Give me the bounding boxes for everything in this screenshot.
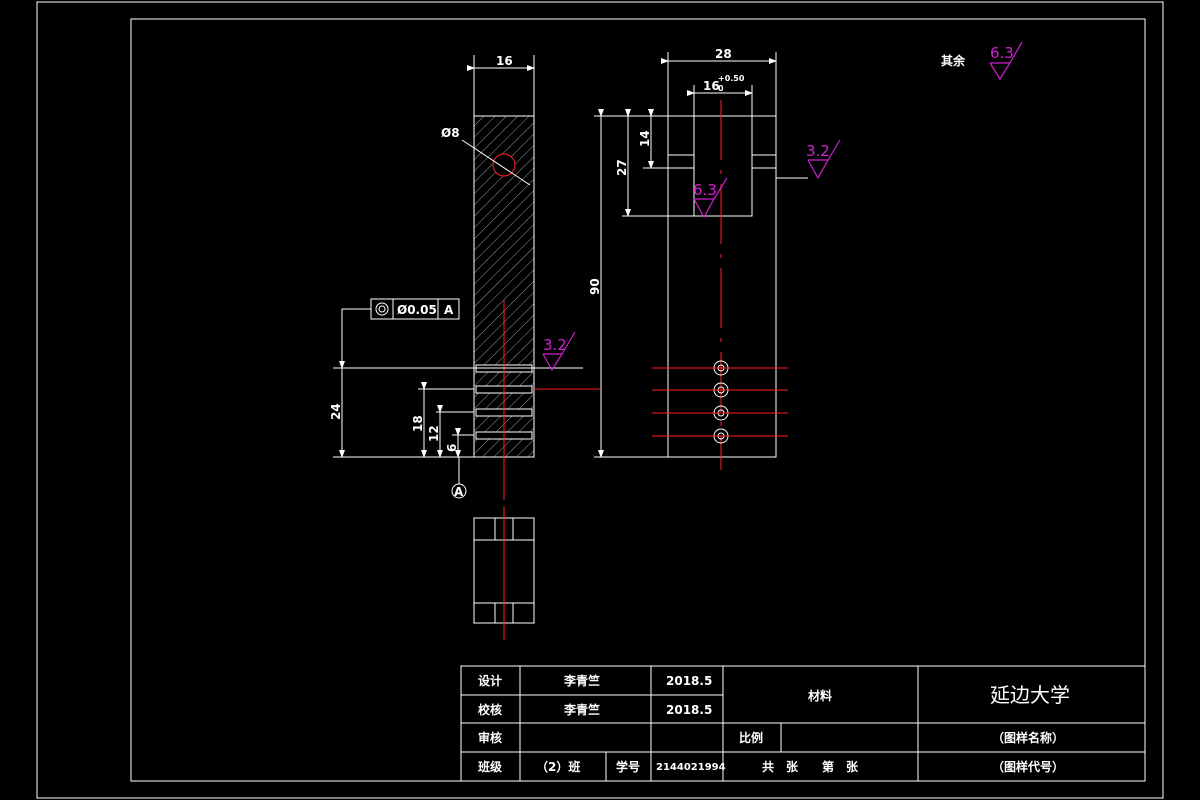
svg-text:6.3: 6.3 — [693, 181, 717, 199]
tolerance-frame: Ø0.05 A — [341, 298, 460, 368]
tb-check-label: 校核 — [478, 702, 502, 717]
tb-drawing-code: （图样代号） — [992, 759, 1064, 774]
tb-review-label: 审核 — [478, 730, 502, 745]
dim-12: 12 — [427, 425, 441, 442]
dim-height-14: 14 — [638, 130, 652, 147]
tb-check-date: 2018.5 — [666, 703, 712, 717]
dim-24: 24 — [329, 403, 343, 420]
roughness-symbol-left: 3.2 — [542, 331, 576, 372]
drawing-canvas: 16 Ø8 Ø0.05 A 24 18 12 6 A 3.2 28 16 +0.… — [36, 1, 1164, 799]
dim-height-90: 90 — [588, 278, 602, 295]
dim-width-left: 16 — [496, 54, 513, 68]
tb-drawing-name: （图样名称） — [992, 730, 1064, 745]
left-section-view — [473, 115, 600, 500]
dim-6: 6 — [445, 444, 459, 452]
dim-width-right: 28 — [715, 47, 732, 61]
tb-check-name: 李青竺 — [563, 702, 600, 717]
tb-design-label: 设计 — [478, 673, 502, 688]
tb-material-label: 材料 — [807, 688, 832, 703]
roughness-symbol-right: 3.2 — [776, 139, 841, 180]
tb-student-no: 2144021994 — [656, 762, 726, 773]
datum-label: A — [454, 485, 464, 499]
tb-class-value: （2）班 — [536, 759, 580, 774]
svg-text:3.2: 3.2 — [806, 142, 830, 160]
svg-text:6.3: 6.3 — [990, 44, 1014, 62]
dim-hole-dia: Ø8 — [441, 126, 460, 140]
tb-class-label: 班级 — [478, 759, 502, 774]
roughness-symbol-slot: 6.3 — [693, 177, 728, 219]
tb-university: 延边大学 — [990, 683, 1070, 707]
tb-scale-label: 比例 — [739, 730, 763, 745]
tb-design-name: 李青竺 — [563, 673, 600, 688]
tb-design-date: 2018.5 — [666, 674, 712, 688]
tb-sheets: 共 张 第 张 — [762, 759, 859, 774]
front-view — [652, 100, 788, 470]
bottom-view — [473, 506, 535, 640]
dim-slot-tol-lower: 0 — [718, 84, 724, 93]
hole-pattern — [652, 360, 788, 444]
tolerance-value: Ø0.05 — [397, 303, 437, 317]
svg-text:3.2: 3.2 — [543, 336, 567, 354]
roughness-rest-label: 其余 — [941, 53, 966, 68]
tolerance-datum: A — [444, 303, 454, 317]
roughness-rest: 其余 6.3 — [941, 41, 1023, 81]
dim-18: 18 — [411, 415, 425, 432]
dim-slot-tol-upper: +0.50 — [718, 74, 745, 83]
tb-student-no-label: 学号 — [616, 759, 640, 774]
dim-height-27: 27 — [615, 159, 629, 176]
